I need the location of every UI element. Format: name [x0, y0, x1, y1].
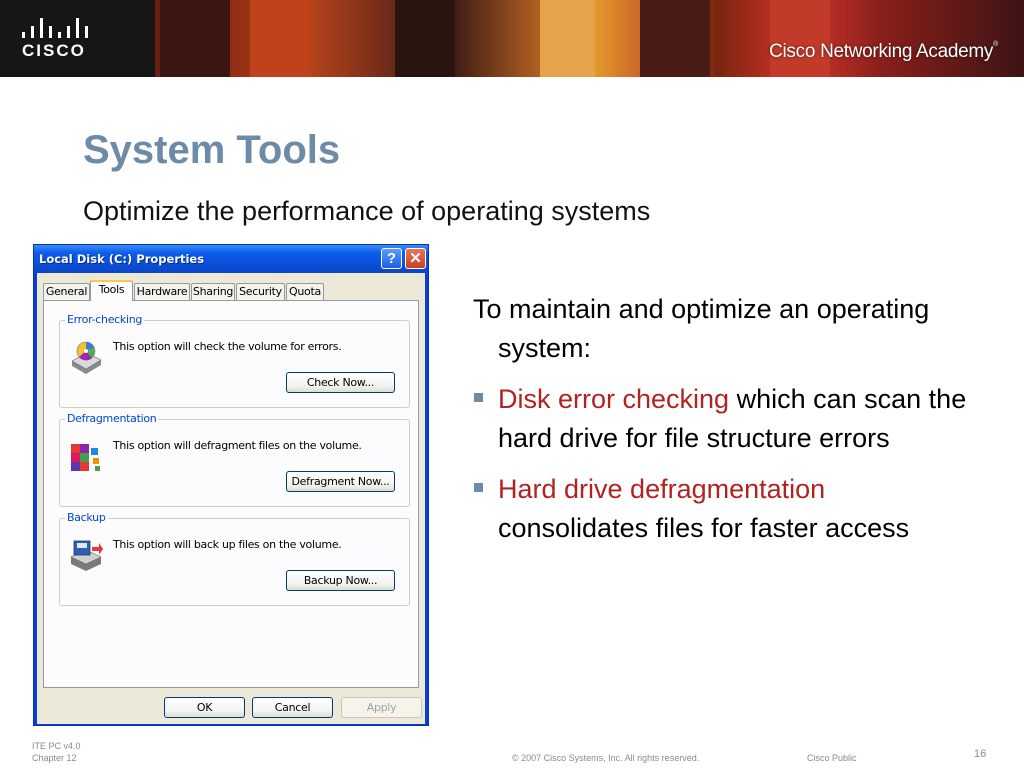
backup-legend: Backup	[65, 511, 108, 524]
defragmentation-group: Defragmentation This option will defragm…	[59, 412, 410, 507]
banner-photo-strip	[880, 0, 1024, 77]
bullet-item: Disk error checking which can scan the h…	[473, 380, 973, 458]
ok-button[interactable]: OK	[164, 697, 245, 718]
backup-group: Backup This option will back up files on…	[59, 511, 410, 606]
defragmentation-description: This option will defragment files on the…	[113, 439, 362, 452]
backup-description: This option will back up files on the vo…	[113, 538, 342, 551]
error-checking-group: Error-checking This option will check th…	[59, 313, 410, 408]
tools-tab-panel: Error-checking This option will check th…	[43, 300, 419, 688]
academy-brand: Cisco Networking Academy®	[769, 41, 998, 63]
error-checking-legend: Error-checking	[65, 313, 145, 326]
disk-check-icon	[71, 341, 102, 374]
disk-properties-dialog: Local Disk (C:) Properties ? ✕ General T…	[33, 244, 429, 726]
tab-quota[interactable]: Quota	[286, 283, 324, 300]
footer-copyright: © 2007 Cisco Systems, Inc. All rights re…	[512, 753, 700, 763]
error-checking-description: This option will check the volume for er…	[113, 340, 342, 353]
banner-photo-strip	[160, 0, 230, 77]
bullet-item: Hard drive defragmentation consolidates …	[473, 470, 973, 548]
dialog-title: Local Disk (C:) Properties	[39, 252, 205, 266]
tab-security[interactable]: Security	[236, 283, 285, 300]
footer-course: ITE PC v4.0	[32, 741, 81, 751]
cisco-logo-text: CISCO	[22, 41, 86, 60]
bullet-highlight: Disk error checking	[498, 384, 730, 414]
dialog-body: General Tools Hardware Sharing Security …	[37, 273, 425, 724]
defragment-now-button[interactable]: Defragment Now...	[286, 471, 395, 492]
body-intro: To maintain and optimize an operating sy…	[473, 294, 930, 363]
banner-photo-strip	[770, 0, 830, 77]
check-now-button[interactable]: Check Now...	[286, 372, 395, 393]
cisco-bars-icon	[22, 18, 88, 38]
tab-hardware[interactable]: Hardware	[134, 283, 190, 300]
defragmentation-legend: Defragmentation	[65, 412, 159, 425]
bullet-text: consolidates files for faster access	[498, 513, 910, 543]
cancel-button[interactable]: Cancel	[252, 697, 333, 718]
apply-button[interactable]: Apply	[341, 697, 422, 718]
registered-mark: ®	[993, 41, 998, 48]
tab-general[interactable]: General	[43, 283, 90, 300]
tab-sharing[interactable]: Sharing	[191, 283, 235, 300]
banner-photo-strip	[395, 0, 455, 77]
bullet-square-icon	[474, 393, 483, 402]
page-number: 16	[974, 748, 987, 760]
backup-now-button[interactable]: Backup Now...	[286, 570, 395, 591]
tab-tools[interactable]: Tools	[90, 280, 133, 301]
backup-icon	[70, 540, 103, 571]
slide-subtitle: Optimize the performance of operating sy…	[83, 196, 651, 226]
footer-chapter: Chapter 12	[32, 753, 77, 763]
banner-photo-strip	[540, 0, 595, 77]
help-button[interactable]: ?	[381, 248, 402, 269]
dialog-titlebar[interactable]: Local Disk (C:) Properties ? ✕	[34, 245, 428, 273]
defragment-icon	[71, 444, 100, 471]
cisco-logo: CISCO	[0, 0, 155, 77]
close-button[interactable]: ✕	[405, 248, 426, 269]
bullet-square-icon	[474, 483, 483, 492]
slide-title: System Tools	[83, 128, 341, 172]
banner-photo-strip	[640, 0, 710, 77]
header-banner: CISCO Cisco Networking Academy®	[0, 0, 1024, 77]
bullet-highlight: Hard drive defragmentation	[498, 474, 826, 504]
banner-photo-strip	[250, 0, 310, 77]
academy-brand-text: Cisco Networking Academy	[769, 41, 994, 62]
slide-body: To maintain and optimize an operating sy…	[473, 290, 973, 560]
footer-classification: Cisco Public	[807, 753, 857, 763]
